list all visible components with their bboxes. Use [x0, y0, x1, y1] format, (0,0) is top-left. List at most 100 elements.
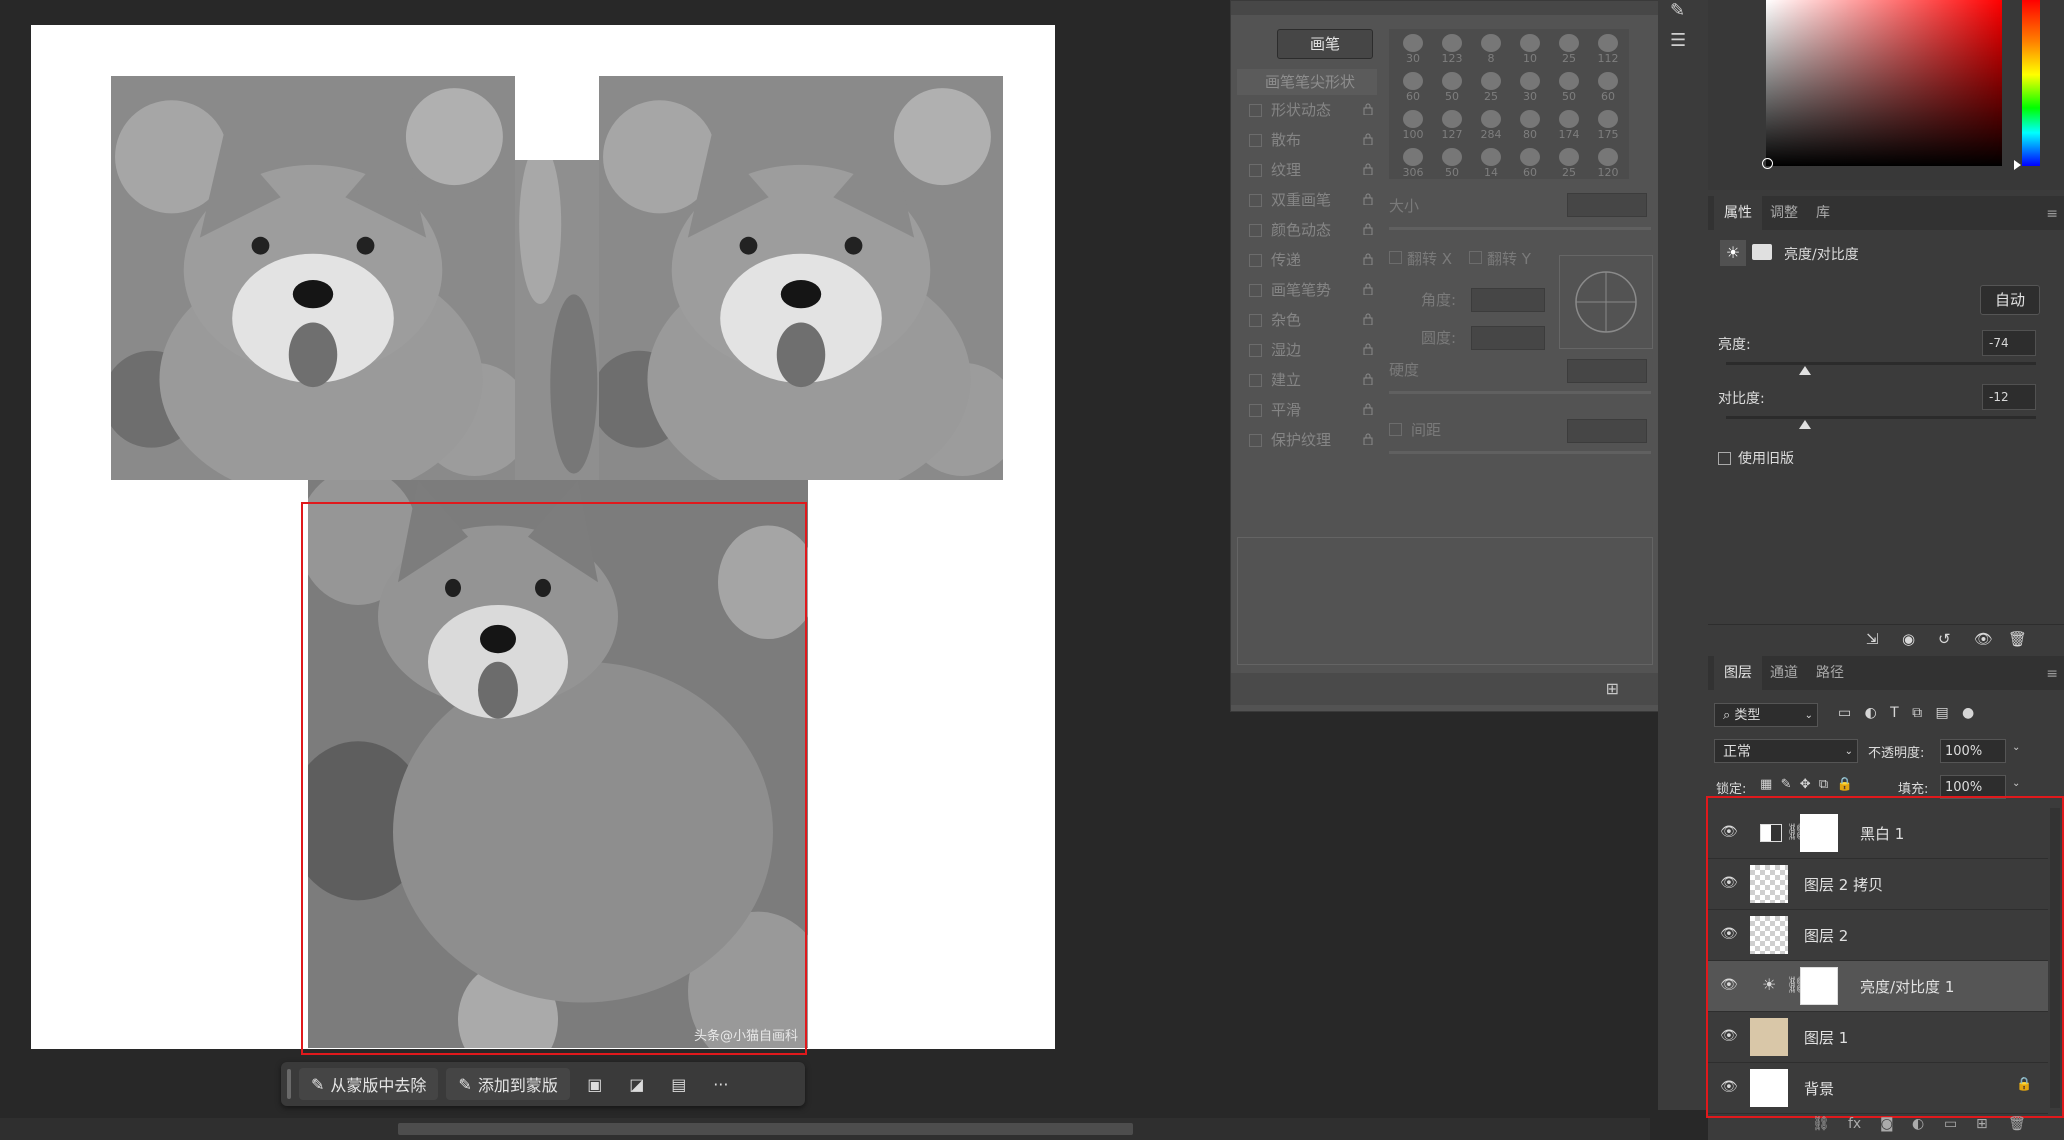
brushes-button[interactable]: 画笔 — [1277, 29, 1373, 59]
brush-tip-preset[interactable]: 112 — [1588, 31, 1628, 67]
angle-field[interactable] — [1471, 288, 1545, 312]
invert-mask-icon[interactable]: ◪ — [620, 1067, 654, 1101]
layer-filter-select[interactable]: ⌕ 类型 ⌄ — [1714, 703, 1818, 727]
panel-menu-icon[interactable]: ≡ — [2046, 206, 2058, 222]
option-checkbox[interactable] — [1249, 104, 1262, 117]
delete-adjustment-icon[interactable]: 🗑 — [2008, 630, 2027, 648]
auto-button[interactable]: 自动 — [1980, 285, 2040, 315]
layer-mask-icon[interactable] — [1752, 244, 1772, 260]
brush-tip-preset[interactable]: 25 — [1549, 31, 1589, 67]
tab-properties[interactable]: 属性 — [1714, 196, 1762, 230]
tab-channels[interactable]: 通道 — [1770, 656, 1798, 690]
roundness-field[interactable] — [1471, 326, 1545, 350]
contrast-slider-thumb[interactable] — [1798, 420, 1811, 429]
brush-tip-preset[interactable]: 30 — [1393, 31, 1433, 67]
brush-option-row[interactable]: 杂色 — [1237, 305, 1377, 335]
hue-slider-marker-icon[interactable] — [2014, 160, 2021, 170]
add-mask-icon[interactable]: ◙ — [1880, 1116, 1894, 1132]
flip-y-checkbox[interactable] — [1469, 251, 1482, 264]
new-brush-icon[interactable]: ⊞ — [1606, 679, 1619, 698]
new-adjustment-icon[interactable]: ◐ — [1912, 1116, 1924, 1132]
filter-smart-object-icon[interactable]: ▤ — [1935, 705, 1948, 721]
brightness-slider-thumb[interactable] — [1798, 366, 1811, 375]
new-layer-icon[interactable]: ⊞ — [1976, 1116, 1988, 1132]
brush-option-row[interactable]: 湿边 — [1237, 335, 1377, 365]
option-checkbox[interactable] — [1249, 404, 1262, 417]
option-checkbox[interactable] — [1249, 344, 1262, 357]
brush-option-row[interactable]: 纹理 — [1237, 155, 1377, 185]
lock-icon[interactable] — [1363, 133, 1373, 145]
lock-icon[interactable] — [1363, 163, 1373, 175]
contrast-slider[interactable] — [1726, 416, 2036, 419]
brush-tip-grid[interactable]: 30 123 8 10 25 112 60 50 25 30 50 60 100 127 284 80 174 1… — [1389, 29, 1629, 179]
brush-tip-preset[interactable]: 175 — [1588, 107, 1628, 143]
brush-settings-icon[interactable]: ✎ — [1670, 0, 1696, 26]
subtract-from-mask-button[interactable]: ✎ 从蒙版中去除 — [299, 1068, 439, 1100]
brush-tip-preset[interactable]: 50 — [1432, 145, 1472, 181]
brush-option-row[interactable]: 建立 — [1237, 365, 1377, 395]
option-checkbox[interactable] — [1249, 134, 1262, 147]
option-checkbox[interactable] — [1249, 314, 1262, 327]
lock-icon[interactable] — [1363, 223, 1373, 235]
spacing-slider[interactable] — [1389, 451, 1651, 454]
brush-tip-preset[interactable]: 306 — [1393, 145, 1433, 181]
brush-tip-preset[interactable]: 60 — [1393, 69, 1433, 105]
color-picker-field[interactable] — [1766, 0, 2002, 166]
visibility-icon[interactable]: 👁 — [1974, 630, 1993, 648]
filter-adjustment-icon[interactable]: ◐ — [1865, 705, 1877, 721]
opacity-dropdown-icon[interactable]: ⌄ — [2012, 742, 2020, 753]
hardness-field[interactable] — [1567, 359, 1647, 383]
lock-icon[interactable] — [1363, 313, 1373, 325]
brush-option-row[interactable]: 平滑 — [1237, 395, 1377, 425]
brush-tip-preset[interactable]: 10 — [1510, 31, 1550, 67]
brush-tip-preset[interactable]: 174 — [1549, 107, 1589, 143]
tab-libraries[interactable]: 库 — [1816, 196, 1830, 230]
brush-tip-preset[interactable]: 50 — [1549, 69, 1589, 105]
fill-dropdown-icon[interactable]: ⌄ — [2012, 778, 2020, 789]
new-group-icon[interactable]: ▭ — [1944, 1116, 1957, 1132]
brush-tip-preset[interactable]: 14 — [1471, 145, 1511, 181]
use-legacy-checkbox[interactable] — [1718, 452, 1731, 465]
brush-tip-preset[interactable]: 284 — [1471, 107, 1511, 143]
link-layers-icon[interactable]: ⛓ — [1812, 1116, 1830, 1132]
brush-option-row[interactable]: 双重画笔 — [1237, 185, 1377, 215]
lock-icon[interactable] — [1363, 283, 1373, 295]
view-previous-state-icon[interactable]: ◉ — [1902, 630, 1915, 648]
brush-option-row[interactable]: 保护纹理 — [1237, 425, 1377, 455]
brush-tip-preset[interactable]: 25 — [1549, 145, 1589, 181]
brightness-slider[interactable] — [1726, 362, 2036, 365]
filter-pixel-icon[interactable]: ▭ — [1838, 705, 1851, 721]
option-checkbox[interactable] — [1249, 194, 1262, 207]
mask-options-icon[interactable]: ▣ — [578, 1067, 612, 1101]
brush-tip-preset[interactable]: 60 — [1510, 145, 1550, 181]
size-field[interactable] — [1567, 193, 1647, 217]
brush-option-row[interactable]: 散布 — [1237, 125, 1377, 155]
brush-tip-preset[interactable]: 100 — [1393, 107, 1433, 143]
clip-to-layer-icon[interactable]: ⇲ — [1866, 630, 1879, 648]
brush-tip-preset[interactable]: 123 — [1432, 31, 1472, 67]
lock-icon[interactable] — [1363, 103, 1373, 115]
flip-x-checkbox[interactable] — [1389, 251, 1402, 264]
contrast-value-field[interactable]: -12 — [1982, 384, 2036, 410]
tab-layers[interactable]: 图层 — [1714, 656, 1762, 690]
layer-style-icon[interactable]: fx — [1848, 1116, 1861, 1132]
filter-shape-icon[interactable]: ⧉ — [1912, 705, 1922, 721]
brush-option-row[interactable]: 形状动态 — [1237, 95, 1377, 125]
color-picker-cursor-icon[interactable] — [1762, 158, 1773, 169]
reset-icon[interactable]: ↺ — [1938, 630, 1951, 648]
brush-tip-preset[interactable]: 120 — [1588, 145, 1628, 181]
brush-angle-preview[interactable] — [1559, 255, 1653, 349]
option-checkbox[interactable] — [1249, 224, 1262, 237]
size-slider[interactable] — [1389, 227, 1651, 230]
lock-paint-icon[interactable]: ✎ — [1781, 777, 1792, 792]
brightness-value-field[interactable]: -74 — [1982, 330, 2036, 356]
brush-option-row[interactable]: 颜色动态 — [1237, 215, 1377, 245]
lock-icon[interactable] — [1363, 253, 1373, 265]
option-checkbox[interactable] — [1249, 284, 1262, 297]
filter-type-icon[interactable]: T — [1890, 705, 1899, 721]
spacing-checkbox[interactable] — [1389, 423, 1402, 436]
mask-settings-icon[interactable]: ▤ — [662, 1067, 696, 1101]
more-options-icon[interactable]: ··· — [704, 1067, 738, 1101]
brush-tip-preset[interactable]: 30 — [1510, 69, 1550, 105]
add-to-mask-button[interactable]: ✎ 添加到蒙版 — [446, 1068, 570, 1100]
